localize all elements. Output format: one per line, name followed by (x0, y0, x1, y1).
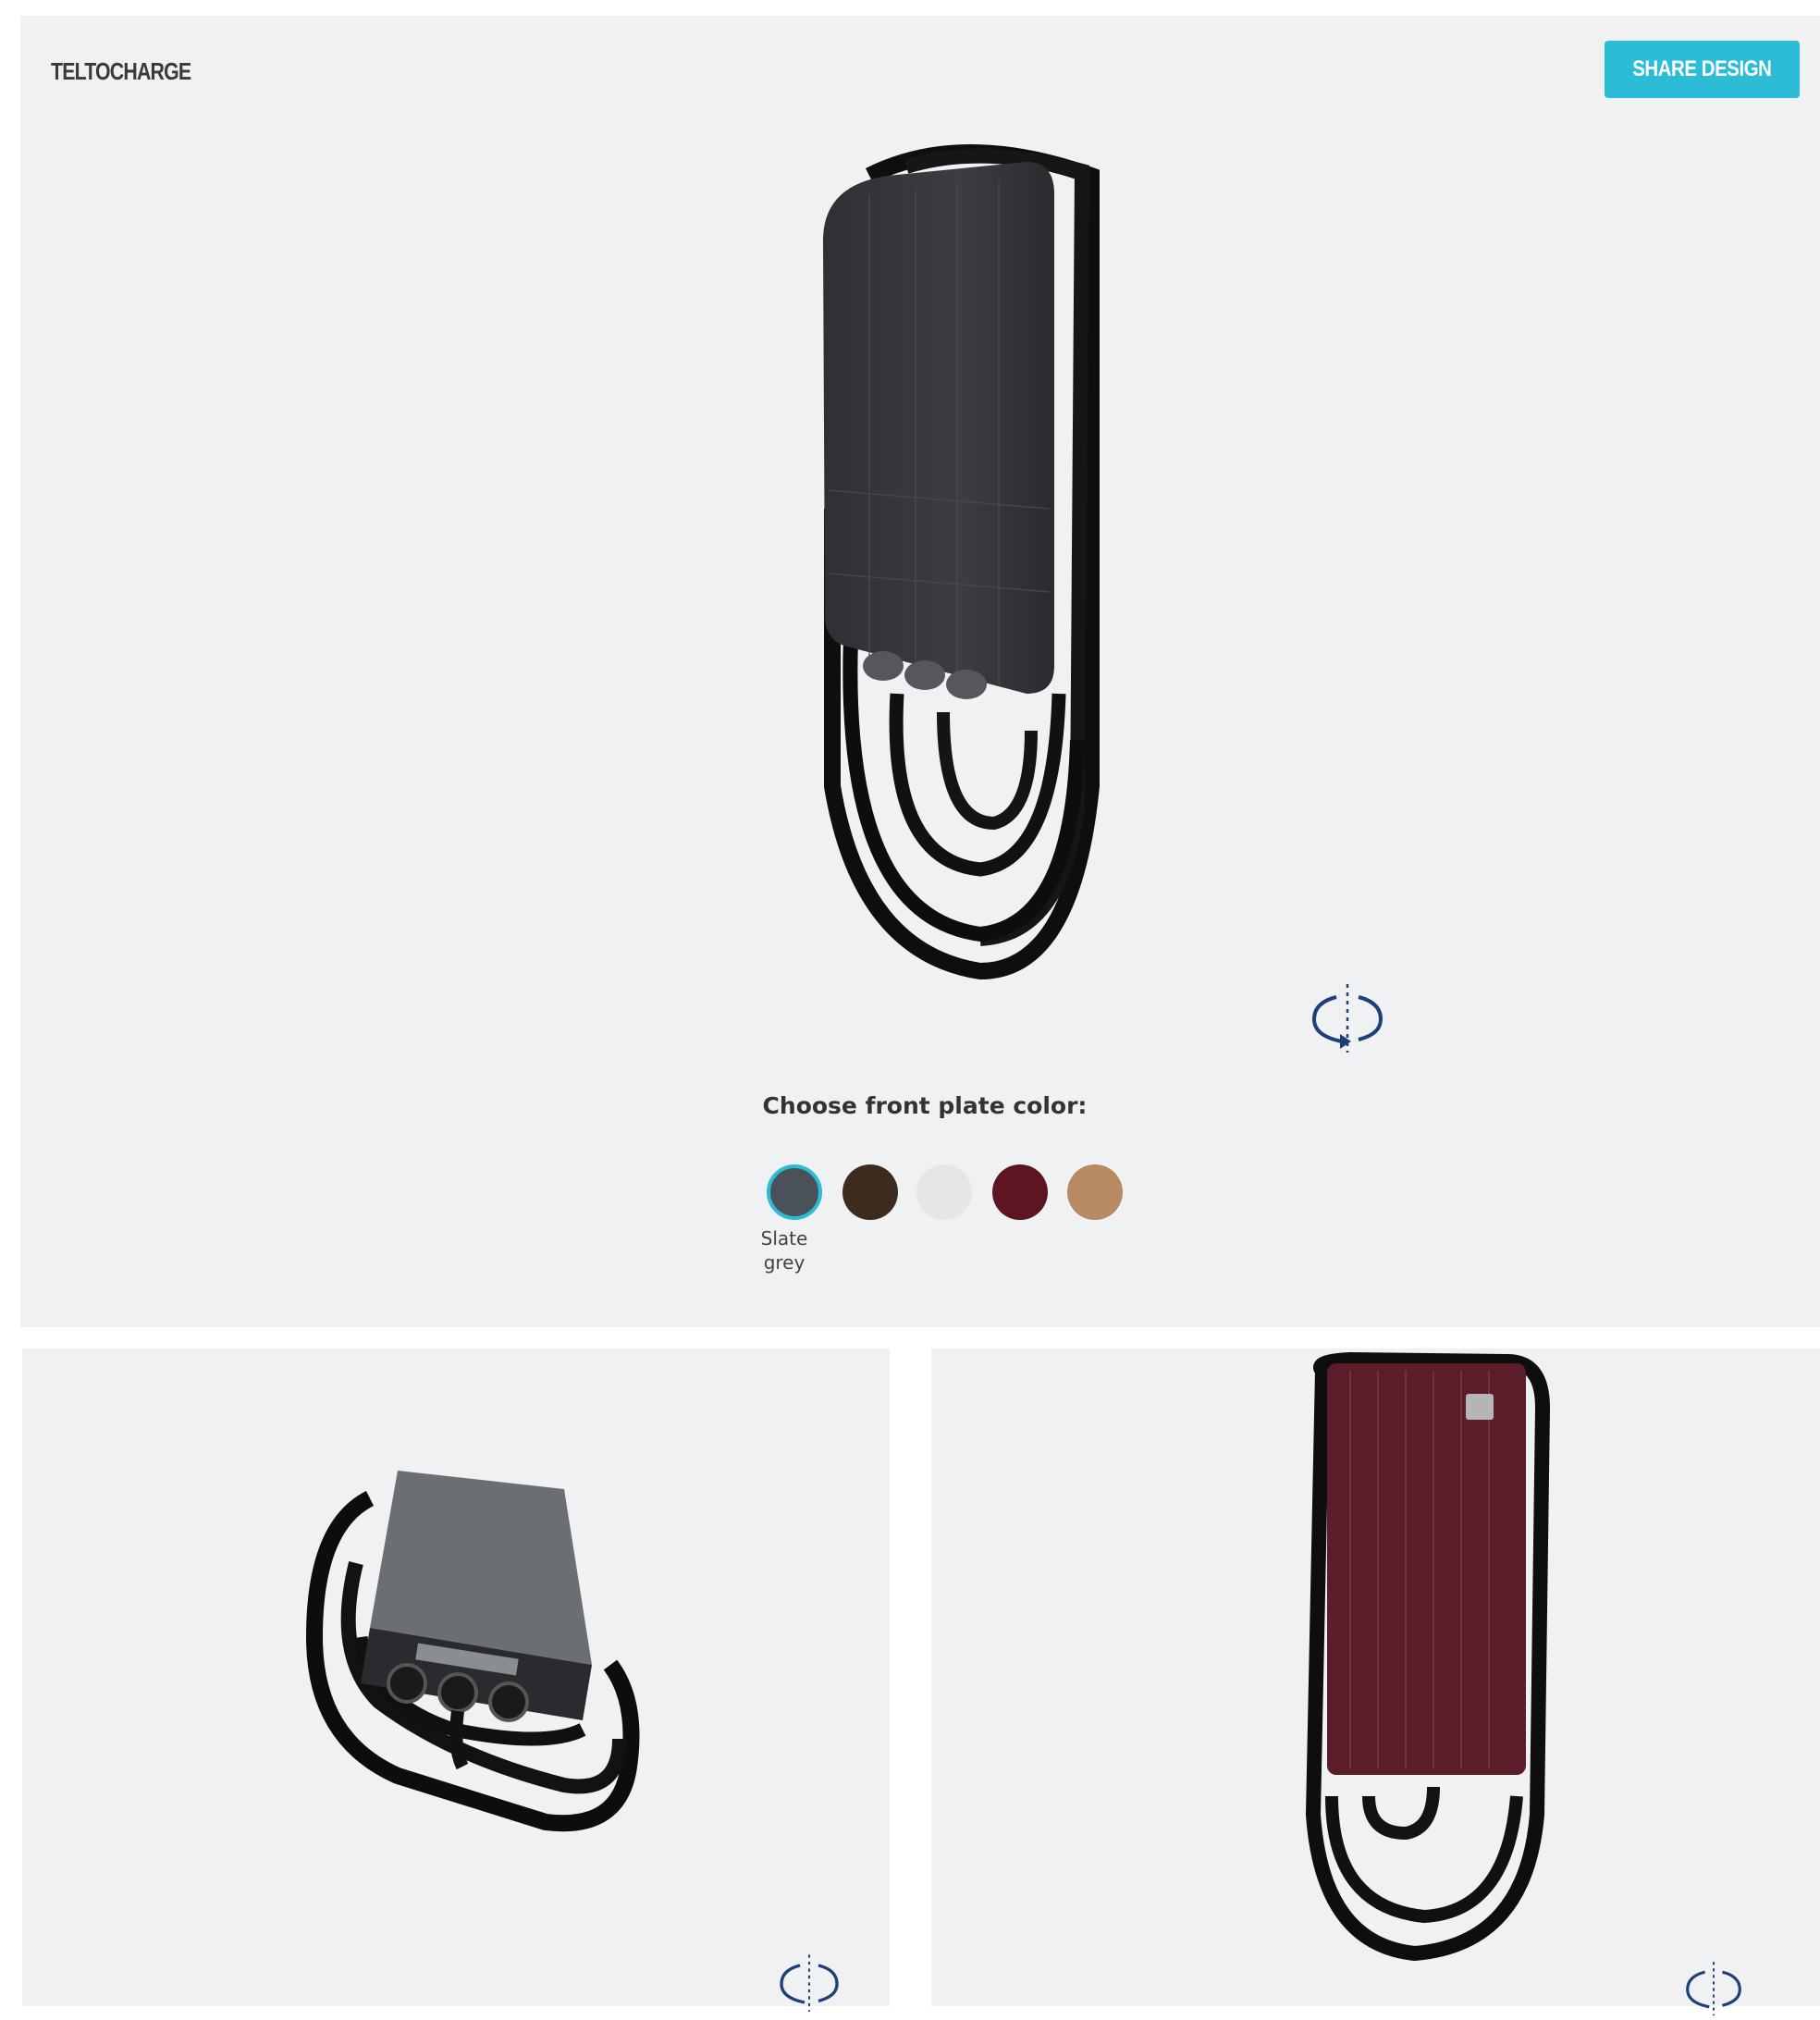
share-design-label: SHARE DESIGN (1632, 56, 1772, 81)
rotate-360-icon[interactable] (1309, 980, 1386, 1058)
front-plate-color-title: Choose front plate color: (762, 1092, 1088, 1119)
charger-3d-view-main[interactable] (795, 139, 1110, 980)
brand-logo: TELTOCHARGE (51, 57, 191, 85)
charger-3d-view-front-burgundy[interactable] (1295, 1352, 1554, 1963)
swatch-slate-grey[interactable] (767, 1164, 822, 1220)
rotate-360-icon-bottom-left[interactable] (777, 1952, 842, 2016)
charger-3d-view-bottom[interactable] (305, 1452, 647, 1841)
selected-color-label: Slate grey (760, 1227, 808, 1274)
swatch-burgundy[interactable] (992, 1164, 1048, 1220)
swatch-dark-brown[interactable] (842, 1164, 898, 1220)
rotate-360-icon-bottom-right[interactable] (1683, 1959, 1744, 2020)
share-design-button[interactable]: SHARE DESIGN (1605, 41, 1800, 98)
swatch-tan[interactable] (1067, 1164, 1123, 1220)
swatch-light-grey[interactable] (916, 1164, 972, 1220)
